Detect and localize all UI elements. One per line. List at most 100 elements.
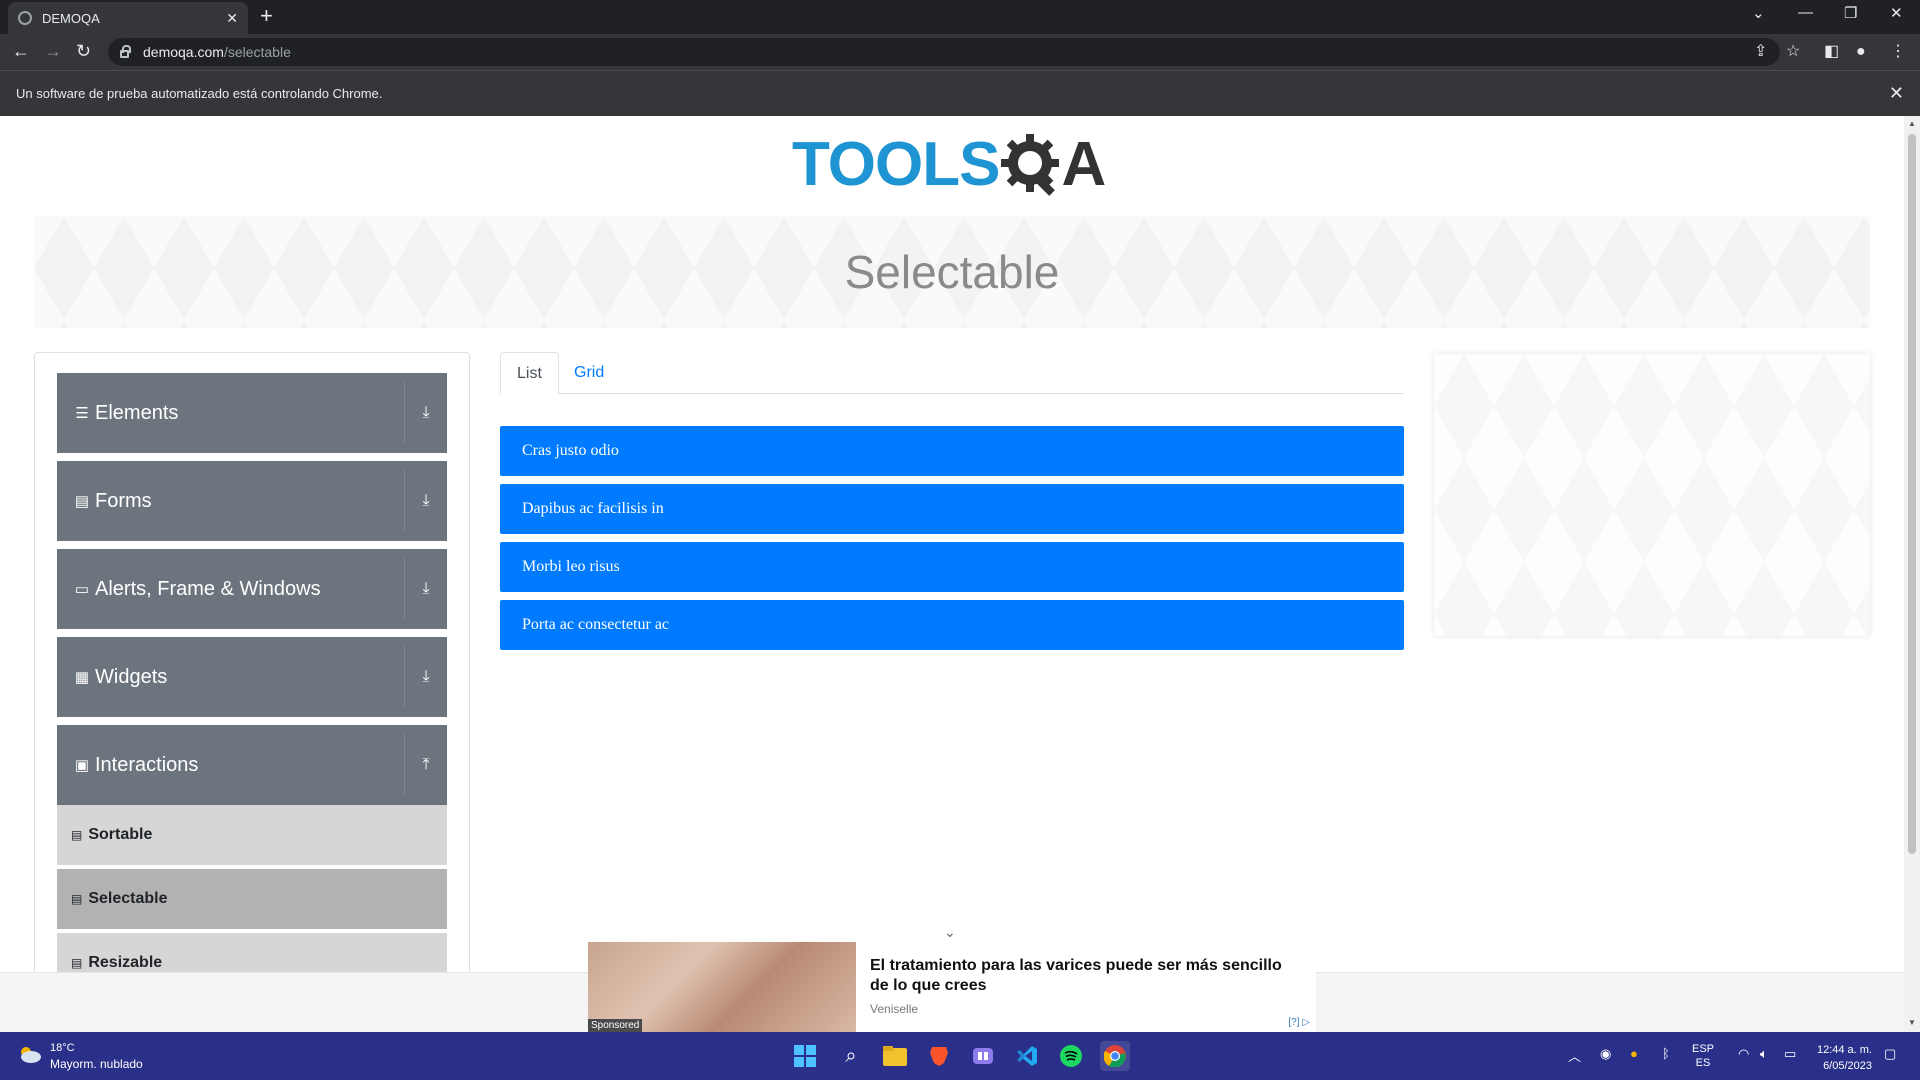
sponsored-label: Sponsored — [588, 1019, 643, 1032]
bluetooth-icon[interactable]: ᛒ — [1662, 1046, 1670, 1061]
url-path: /selectable — [223, 44, 291, 60]
share-icon[interactable]: ⇪ — [1754, 42, 1767, 62]
favicon-icon — [18, 11, 32, 25]
item-icon: ▤ — [71, 892, 83, 906]
sidebar-item-sortable[interactable]: ▤ Sortable — [57, 805, 447, 867]
new-tab-button[interactable]: + — [260, 5, 273, 27]
gear-icon — [1001, 134, 1060, 196]
widgets-icon: ▦ — [74, 669, 90, 686]
selectable-tabs: List Grid — [500, 352, 1404, 395]
scroll-thumb[interactable] — [1908, 134, 1916, 854]
list-item[interactable]: Porta ac consectetur ac — [500, 600, 1404, 650]
language-code: ESP — [1692, 1043, 1715, 1055]
sidebar-item-selectable[interactable]: ▤ Selectable — [57, 869, 447, 931]
url-field[interactable]: demoqa.com /selectable — [108, 38, 1780, 66]
clock-time: 12:44 a. m. — [1816, 1044, 1872, 1056]
browser-titlebar: DEMOQA ✕ + ⌄ — ❐ ✕ — [0, 0, 1920, 34]
list-item[interactable]: Morbi leo risus — [500, 542, 1404, 592]
tab-close-icon[interactable]: ✕ — [226, 10, 238, 27]
right-ad-placeholder — [1434, 354, 1870, 636]
scroll-up-icon[interactable]: ▲ — [1908, 119, 1916, 128]
close-window-icon[interactable]: ✕ — [1890, 4, 1903, 22]
tab-grid[interactable]: Grid — [558, 352, 620, 394]
lock-icon — [120, 45, 131, 58]
list-item[interactable]: Dapibus ac facilisis in — [500, 484, 1404, 534]
ad-choices-label: [?] — [1288, 1017, 1300, 1028]
volume-icon[interactable]: 🔈︎ — [1760, 1046, 1768, 1062]
toolsqa-logo[interactable]: TOOLS A — [792, 130, 1106, 200]
sidebar-group-interactions[interactable]: ▣ Interactions ⤒ — [57, 725, 447, 805]
restore-icon[interactable]: ❐ — [1844, 4, 1857, 22]
bookmark-star-icon[interactable]: ☆ — [1786, 42, 1800, 62]
sponsored-ad[interactable]: Sponsored El tratamiento para las varice… — [588, 942, 1316, 1032]
ad-source: Veniselle — [870, 1002, 919, 1016]
infobar-close-icon[interactable]: ✕ — [1889, 83, 1904, 104]
sidebar-group-alerts[interactable]: ▭ Alerts, Frame & Windows ⤓ — [57, 549, 447, 629]
url-host: demoqa.com — [143, 44, 224, 60]
interactions-icon: ▣ — [74, 757, 90, 774]
ad-image[interactable]: Sponsored — [588, 942, 856, 1032]
battery-icon[interactable]: ▭ — [1784, 1046, 1796, 1062]
sidebar-group-forms[interactable]: ▤ Forms ⤓ — [57, 461, 447, 541]
weather-temperature: 18°C — [50, 1042, 75, 1054]
sidebar-group-label: Elements — [95, 401, 179, 424]
input-language-indicator[interactable]: ESP ES — [1692, 1042, 1714, 1070]
reload-icon[interactable]: ↻ — [76, 41, 91, 61]
search-icon[interactable]: ⌕ — [836, 1041, 866, 1071]
browser-tab[interactable]: DEMOQA ✕ — [8, 2, 248, 34]
tab-search-icon[interactable]: ⌄ — [1752, 4, 1765, 22]
sidebar-item-label: Selectable — [88, 890, 168, 907]
app-launcher-icon[interactable] — [968, 1041, 998, 1071]
weather-cloud-icon[interactable] — [16, 1044, 42, 1064]
address-bar: ← → ↻ demoqa.com /selectable ⇪ ☆ ◧ ● ⋮ — [0, 34, 1920, 70]
brave-browser-icon[interactable] — [924, 1041, 954, 1071]
list-item[interactable]: Cras justo odio — [500, 426, 1404, 476]
obs-icon[interactable]: ◉ — [1600, 1046, 1611, 1062]
download-arrow-icon: ⤓ — [422, 492, 430, 509]
tab-title: DEMOQA — [42, 10, 100, 26]
notifications-icon[interactable]: ▢ — [1884, 1046, 1896, 1062]
side-panel-icon[interactable]: ◧ — [1824, 42, 1839, 62]
infobar-text: Un software de prueba automatizado está … — [16, 86, 383, 101]
form-icon: ▤ — [74, 493, 90, 510]
collapse-chevron-icon[interactable]: ⌄ — [944, 924, 956, 941]
system-clock[interactable]: 12:44 a. m. 6/05/2023 — [1812, 1042, 1872, 1074]
sidebar-item-label: Resizable — [88, 954, 163, 971]
windows-taskbar: 18°C Mayorm. nublado ⌕ ︿ ◉ ● ᛒ ESP ES ◠ … — [0, 1032, 1920, 1080]
show-hidden-icons-chevron-icon[interactable]: ︿ — [1568, 1046, 1581, 1065]
wifi-icon[interactable]: ◠ — [1738, 1046, 1749, 1062]
vscode-icon[interactable] — [1012, 1041, 1042, 1071]
minimize-icon[interactable]: — — [1798, 4, 1813, 21]
sidebar-group-label: Interactions — [95, 753, 199, 776]
hamburger-icon: ☰ — [75, 405, 89, 422]
sidebar-group-label: Alerts, Frame & Windows — [95, 577, 321, 600]
tab-list[interactable]: List — [500, 352, 559, 395]
left-sidebar: ☰ Elements ⤓ ▤ Forms ⤓ ▭ Alerts, Frame &… — [34, 352, 470, 1032]
weather-description: Mayorm. nublado — [50, 1057, 143, 1071]
chrome-icon[interactable] — [1100, 1041, 1130, 1071]
file-explorer-icon[interactable] — [880, 1041, 910, 1071]
automation-infobar: Un software de prueba automatizado está … — [0, 70, 1920, 116]
menu-kebab-icon[interactable]: ⋮ — [1890, 42, 1906, 62]
spotify-icon[interactable] — [1056, 1041, 1086, 1071]
sidebar-group-label: Widgets — [95, 665, 168, 688]
ad-headline[interactable]: El tratamiento para las varices puede se… — [870, 956, 1302, 996]
page-scrollbar[interactable]: ▲ ▼ — [1904, 116, 1920, 1032]
item-icon: ▤ — [71, 956, 83, 970]
page-title: Selectable — [844, 246, 1060, 298]
sidebar-group-label: Forms — [95, 489, 152, 512]
back-icon[interactable]: ← — [12, 41, 30, 61]
window-icon: ▭ — [74, 581, 90, 598]
app-tray-icon[interactable]: ● — [1630, 1046, 1638, 1061]
page-banner: Selectable — [34, 216, 1870, 328]
sidebar-group-widgets[interactable]: ▦ Widgets ⤓ — [57, 637, 447, 717]
sidebar-item-label: Sortable — [88, 826, 153, 843]
ad-text[interactable]: El tratamiento para las varices puede se… — [856, 942, 1316, 1032]
profile-icon[interactable]: ● — [1856, 42, 1866, 62]
ad-choices-icon[interactable]: [?] ▷ — [1288, 1017, 1310, 1028]
keyboard-layout: ES — [1695, 1057, 1711, 1069]
sidebar-group-elements[interactable]: ☰ Elements ⤓ — [57, 373, 447, 453]
forward-icon[interactable]: → — [44, 41, 62, 61]
scroll-down-icon[interactable]: ▼ — [1908, 1018, 1916, 1027]
start-icon[interactable] — [790, 1041, 820, 1071]
